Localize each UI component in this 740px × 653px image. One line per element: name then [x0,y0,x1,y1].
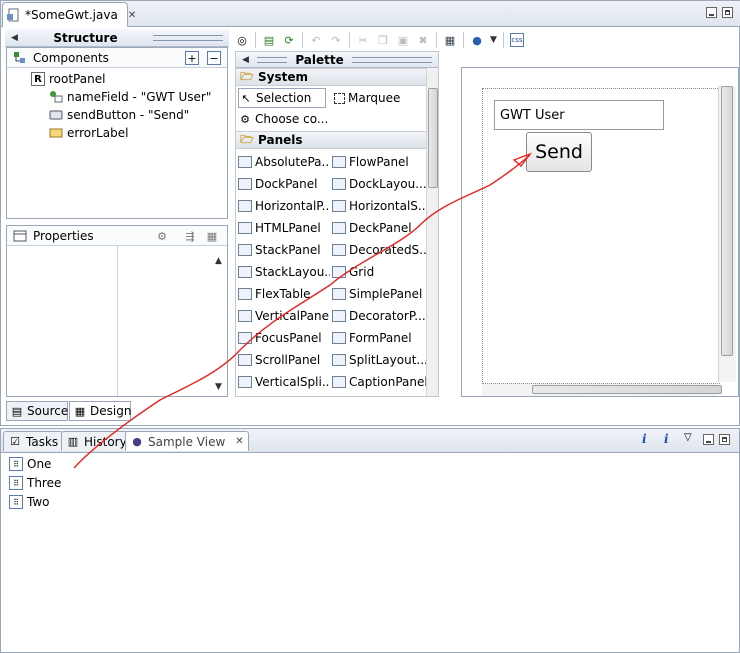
arrow-line [73,154,531,469]
annotation-arrow [73,152,532,469]
arrow-head [512,152,532,168]
